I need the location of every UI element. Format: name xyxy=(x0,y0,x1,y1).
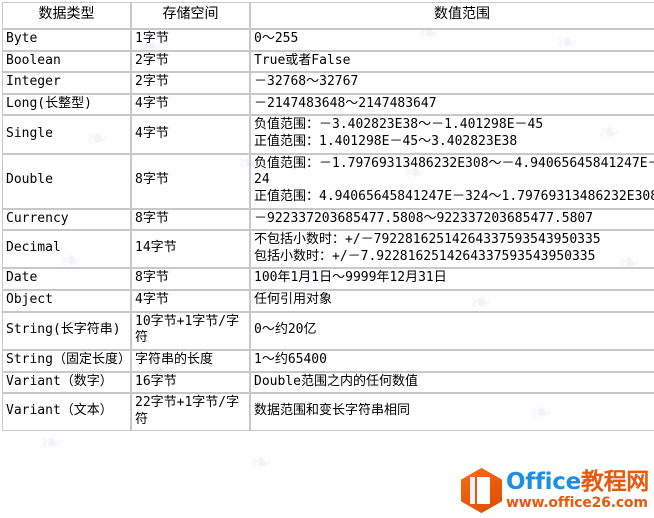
table-row: Integer 2字节 －32768～32767 xyxy=(2,72,654,94)
cell-storage-space: 4字节 xyxy=(131,93,250,116)
cell-data-type: Boolean xyxy=(2,50,131,73)
cell-storage-space: 8字节 xyxy=(131,153,250,209)
cell-data-type: Date xyxy=(2,268,131,291)
vba-data-types-table: 数据类型 存储空间 数值范围 Byte 1字节 0～255 Boolean 2字节 Tru… xyxy=(2,2,654,432)
cell-storage-space: 8字节 xyxy=(131,208,250,231)
cell-data-type: String(长字符串) xyxy=(2,311,131,350)
cell-storage-space: 4字节 xyxy=(131,115,250,154)
header-cell-storage-space: 存储空间 xyxy=(131,2,250,29)
cell-value-range: 100年1月1日～9999年12月31日 xyxy=(250,268,654,291)
table-body: 数据类型 存储空间 数值范围 Byte 1字节 0～255 Boolean 2字节 Tru… xyxy=(2,2,654,432)
cell-value-range: 1～约65400 xyxy=(250,349,654,372)
cell-value-range: 任何引用对象 xyxy=(250,290,654,312)
data-types-table-container: 数据类型 存储空间 数值范围 Byte 1字节 0～255 Boolean 2字节 Tru… xyxy=(0,0,654,518)
table-header-row: 数据类型 存储空间 数值范围 xyxy=(2,2,654,29)
cell-data-type: Currency xyxy=(2,208,131,231)
cell-data-type: Object xyxy=(2,290,131,312)
cell-value-range: 0～255 xyxy=(250,28,654,51)
cell-data-type: Single xyxy=(2,115,131,154)
cell-value-range: 负值范围：－3.402823E38～－1.401298E－45 正值范围：1.40… xyxy=(250,115,654,154)
table-row: Byte 1字节 0～255 xyxy=(2,28,654,51)
table-row: Date 8字节 100年1月1日～9999年12月31日 xyxy=(2,268,654,291)
cell-value-range: True或者False xyxy=(250,50,654,73)
cell-data-type: Long(长整型) xyxy=(2,93,131,116)
table-row: Decimal 14字节 不包括小数时：+/－7922816251426433759… xyxy=(2,230,654,269)
table-row: Variant（文本） 22字节+1字节/字符 数据范围和变长字符串相同 xyxy=(2,393,654,432)
table-row: Object 4字节 任何引用对象 xyxy=(2,290,654,312)
cell-data-type: Double xyxy=(2,153,131,209)
table-row: Long(长整型) 4字节 －2147483648～2147483647 xyxy=(2,93,654,116)
table-row: String（固定长度） 字符串的长度 1～约65400 xyxy=(2,349,654,372)
cell-value-range: －32768～32767 xyxy=(250,72,654,94)
cell-value-range: 负值范围：－1.79769313486232E308～－4.9406564584… xyxy=(250,153,654,209)
cell-value-range: 数据范围和变长字符串相同 xyxy=(250,393,654,432)
cell-data-type: Decimal xyxy=(2,230,131,269)
cell-storage-space: 10字节+1字节/字符 xyxy=(131,311,250,350)
cell-data-type: Variant（文本） xyxy=(2,393,131,432)
header-cell-data-type: 数据类型 xyxy=(2,2,131,29)
cell-value-range: Double范围之内的任何数值 xyxy=(250,371,654,394)
cell-storage-space: 14字节 xyxy=(131,230,250,269)
cell-data-type: Byte xyxy=(2,28,131,51)
table-row: String(长字符串) 10字节+1字节/字符 0～约20亿 xyxy=(2,311,654,350)
cell-storage-space: 1字节 xyxy=(131,28,250,51)
table-row: Boolean 2字节 True或者False xyxy=(2,50,654,73)
cell-storage-space: 22字节+1字节/字符 xyxy=(131,393,250,432)
cell-storage-space: 2字节 xyxy=(131,50,250,73)
table-row: Double 8字节 负值范围：－1.79769313486232E308～－4.9… xyxy=(2,153,654,209)
header-cell-value-range: 数值范围 xyxy=(250,2,654,29)
cell-value-range: －922337203685477.5808～922337203685477.58… xyxy=(250,208,654,231)
cell-value-range: 不包括小数时：+/－79228162514264337593543950335 包… xyxy=(250,230,654,269)
cell-storage-space: 16字节 xyxy=(131,371,250,394)
cell-data-type: Variant（数字） xyxy=(2,371,131,394)
cell-data-type: String（固定长度） xyxy=(2,349,131,372)
cell-storage-space: 字符串的长度 xyxy=(131,349,250,372)
table-row: Single 4字节 负值范围：－3.402823E38～－1.401298E－45… xyxy=(2,115,654,154)
cell-storage-space: 4字节 xyxy=(131,290,250,312)
cell-value-range: －2147483648～2147483647 xyxy=(250,93,654,116)
table-row: Currency 8字节 －922337203685477.5808～9223372… xyxy=(2,208,654,231)
cell-storage-space: 2字节 xyxy=(131,72,250,94)
cell-storage-space: 8字节 xyxy=(131,268,250,291)
cell-data-type: Integer xyxy=(2,72,131,94)
cell-value-range: 0～约20亿 xyxy=(250,311,654,350)
table-row: Variant（数字） 16字节 Double范围之内的任何数值 xyxy=(2,371,654,394)
